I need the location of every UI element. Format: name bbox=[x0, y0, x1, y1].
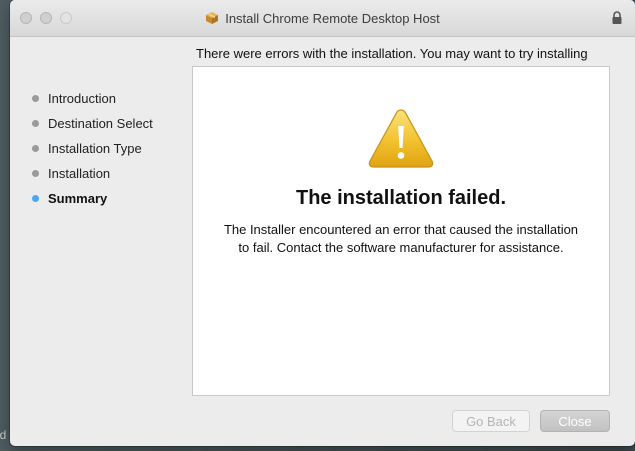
desktop-background bbox=[0, 0, 10, 451]
summary-panel: The installation failed. The Installer e… bbox=[192, 66, 610, 396]
step-summary: Summary bbox=[28, 186, 198, 211]
step-label: Installation bbox=[48, 166, 111, 181]
package-icon bbox=[206, 12, 219, 24]
step-indicator-dot bbox=[32, 195, 39, 202]
step-indicator-dot bbox=[32, 120, 39, 127]
close-button[interactable]: Close bbox=[540, 410, 610, 432]
step-introduction: Introduction bbox=[28, 86, 198, 111]
installer-steps: Introduction Destination Select Installa… bbox=[28, 86, 198, 211]
step-destination-select: Destination Select bbox=[28, 111, 198, 136]
step-label: Summary bbox=[48, 191, 108, 206]
step-installation: Installation bbox=[28, 161, 198, 186]
failure-description: The Installer encountered an error that … bbox=[223, 222, 579, 255]
warning-icon bbox=[368, 109, 434, 168]
step-installation-type: Installation Type bbox=[28, 136, 198, 161]
window-title: Install Chrome Remote Desktop Host bbox=[225, 10, 440, 26]
step-label: Installation Type bbox=[48, 141, 142, 156]
step-indicator-dot bbox=[32, 145, 39, 152]
step-indicator-dot bbox=[32, 170, 39, 177]
step-label: Destination Select bbox=[48, 116, 153, 131]
go-back-button[interactable]: Go Back bbox=[452, 410, 530, 432]
title-bar[interactable]: Install Chrome Remote Desktop Host bbox=[10, 0, 635, 37]
step-label: Introduction bbox=[48, 91, 116, 106]
status-message: There were errors with the installation.… bbox=[196, 46, 588, 61]
step-indicator-dot bbox=[32, 95, 39, 102]
desktop-partial-label: ld bbox=[0, 428, 7, 442]
lock-icon bbox=[612, 11, 622, 24]
failure-heading: The installation failed. bbox=[295, 187, 507, 209]
installer-window: Install Chrome Remote Desktop Host There… bbox=[10, 0, 635, 446]
